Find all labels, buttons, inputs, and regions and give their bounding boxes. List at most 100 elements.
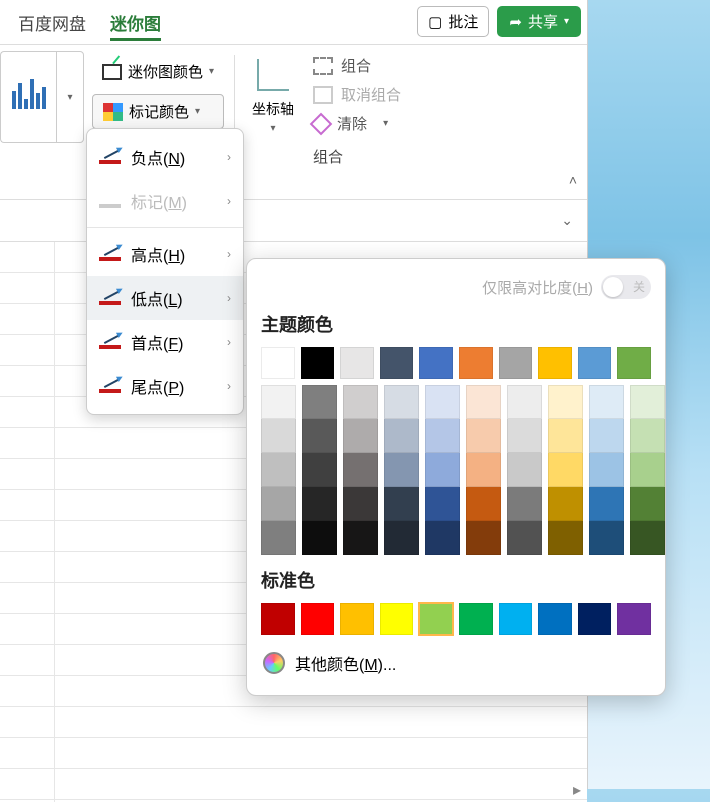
theme-colors-title: 主题颜色	[261, 311, 651, 337]
tab-baidu[interactable]: 百度网盘	[18, 0, 86, 45]
color-swatch[interactable]	[384, 487, 419, 521]
color-swatch[interactable]	[466, 521, 501, 555]
color-swatch[interactable]	[261, 453, 296, 487]
color-swatch[interactable]	[589, 487, 624, 521]
sparkline-style-more[interactable]: ▾	[56, 51, 84, 143]
color-swatch[interactable]	[578, 347, 612, 379]
color-swatch[interactable]	[340, 347, 374, 379]
color-swatch[interactable]	[617, 603, 651, 635]
color-swatch[interactable]	[630, 453, 665, 487]
color-swatch[interactable]	[425, 487, 460, 521]
color-swatch[interactable]	[630, 419, 665, 453]
color-swatch[interactable]	[261, 347, 295, 379]
menu-low-point[interactable]: 低点(L) ›	[87, 276, 243, 320]
color-swatch[interactable]	[425, 521, 460, 555]
color-swatch[interactable]	[538, 347, 572, 379]
annotate-button[interactable]: ▢ 批注	[417, 6, 489, 37]
color-swatch[interactable]	[425, 385, 460, 419]
color-swatch[interactable]	[384, 419, 419, 453]
color-swatch[interactable]	[384, 521, 419, 555]
color-swatch[interactable]	[302, 521, 337, 555]
color-swatch[interactable]	[302, 419, 337, 453]
color-swatch[interactable]	[261, 487, 296, 521]
menu-marker: 标记(M) ›	[87, 179, 243, 223]
color-swatch[interactable]	[343, 521, 378, 555]
color-swatch[interactable]	[261, 419, 296, 453]
color-swatch[interactable]	[419, 603, 453, 635]
color-swatch[interactable]	[499, 603, 533, 635]
axis-icon	[253, 55, 293, 95]
axis-button[interactable]: 坐标轴 ▾	[237, 51, 309, 138]
share-button[interactable]: ➦ 共享 ▾	[497, 6, 581, 37]
color-swatch[interactable]	[384, 453, 419, 487]
color-swatch[interactable]	[589, 419, 624, 453]
color-swatch[interactable]	[261, 603, 295, 635]
color-swatch[interactable]	[507, 453, 542, 487]
standard-color-row	[261, 603, 651, 635]
color-swatch[interactable]	[301, 347, 335, 379]
color-swatch[interactable]	[380, 347, 414, 379]
color-swatch[interactable]	[425, 453, 460, 487]
color-swatch[interactable]	[459, 603, 493, 635]
marker-color-button[interactable]: 标记颜色 ▾	[92, 94, 224, 129]
color-swatch[interactable]	[507, 521, 542, 555]
color-swatch[interactable]	[419, 347, 453, 379]
chevron-right-icon: ›	[227, 291, 231, 305]
comment-icon: ▢	[428, 13, 442, 31]
tab-sparkline[interactable]: 迷你图	[110, 0, 161, 45]
color-swatch[interactable]	[630, 385, 665, 419]
color-swatch[interactable]	[340, 603, 374, 635]
color-swatch[interactable]	[380, 603, 414, 635]
color-swatch[interactable]	[261, 521, 296, 555]
sparkline-style-gallery[interactable]	[0, 51, 56, 143]
color-swatch[interactable]	[589, 385, 624, 419]
color-swatch[interactable]	[466, 385, 501, 419]
color-swatch[interactable]	[343, 419, 378, 453]
color-swatch[interactable]	[548, 453, 583, 487]
high-contrast-toggle[interactable]: 关	[601, 275, 651, 299]
menu-last-point[interactable]: 尾点(P) ›	[87, 364, 243, 408]
color-swatch[interactable]	[548, 419, 583, 453]
color-swatch[interactable]	[466, 419, 501, 453]
color-swatch[interactable]	[302, 385, 337, 419]
color-swatch[interactable]	[589, 453, 624, 487]
color-swatch[interactable]	[302, 487, 337, 521]
menu-high-point[interactable]: 高点(H) ›	[87, 232, 243, 276]
color-swatch[interactable]	[343, 385, 378, 419]
color-swatch[interactable]	[499, 347, 533, 379]
color-swatch[interactable]	[548, 521, 583, 555]
menu-first-point[interactable]: 首点(F) ›	[87, 320, 243, 364]
color-swatch[interactable]	[548, 487, 583, 521]
group-button[interactable]: 组合	[313, 55, 401, 76]
color-swatch[interactable]	[507, 419, 542, 453]
color-swatch[interactable]	[261, 385, 296, 419]
color-swatch[interactable]	[343, 487, 378, 521]
color-swatch[interactable]	[578, 603, 612, 635]
color-swatch[interactable]	[466, 453, 501, 487]
color-swatch[interactable]	[538, 603, 572, 635]
color-swatch[interactable]	[617, 347, 651, 379]
color-swatch[interactable]	[507, 487, 542, 521]
clear-button[interactable]: 清除 ▾	[313, 113, 401, 134]
color-swatch[interactable]	[302, 453, 337, 487]
color-swatch[interactable]	[384, 385, 419, 419]
sparkline-color-button[interactable]: 迷你图颜色 ▾	[92, 55, 224, 88]
color-swatch[interactable]	[466, 487, 501, 521]
chevron-right-icon: ›	[227, 379, 231, 393]
color-swatch[interactable]	[459, 347, 493, 379]
chevron-right-icon: ›	[227, 194, 231, 208]
color-swatch[interactable]	[630, 521, 665, 555]
menu-negative-point[interactable]: 负点(N) ›	[87, 135, 243, 179]
color-swatch[interactable]	[301, 603, 335, 635]
scroll-arrow-icon[interactable]: ▸	[573, 780, 581, 800]
color-swatch[interactable]	[548, 385, 583, 419]
color-swatch[interactable]	[507, 385, 542, 419]
color-swatch[interactable]	[425, 419, 460, 453]
theme-color-row	[261, 347, 651, 379]
more-colors-button[interactable]: 其他颜色(M)...	[261, 645, 651, 681]
color-swatch[interactable]	[589, 521, 624, 555]
color-swatch[interactable]	[630, 487, 665, 521]
collapse-ribbon-icon[interactable]: ˄	[569, 172, 577, 188]
expand-formula-icon[interactable]: ⌄	[561, 212, 573, 229]
color-swatch[interactable]	[343, 453, 378, 487]
